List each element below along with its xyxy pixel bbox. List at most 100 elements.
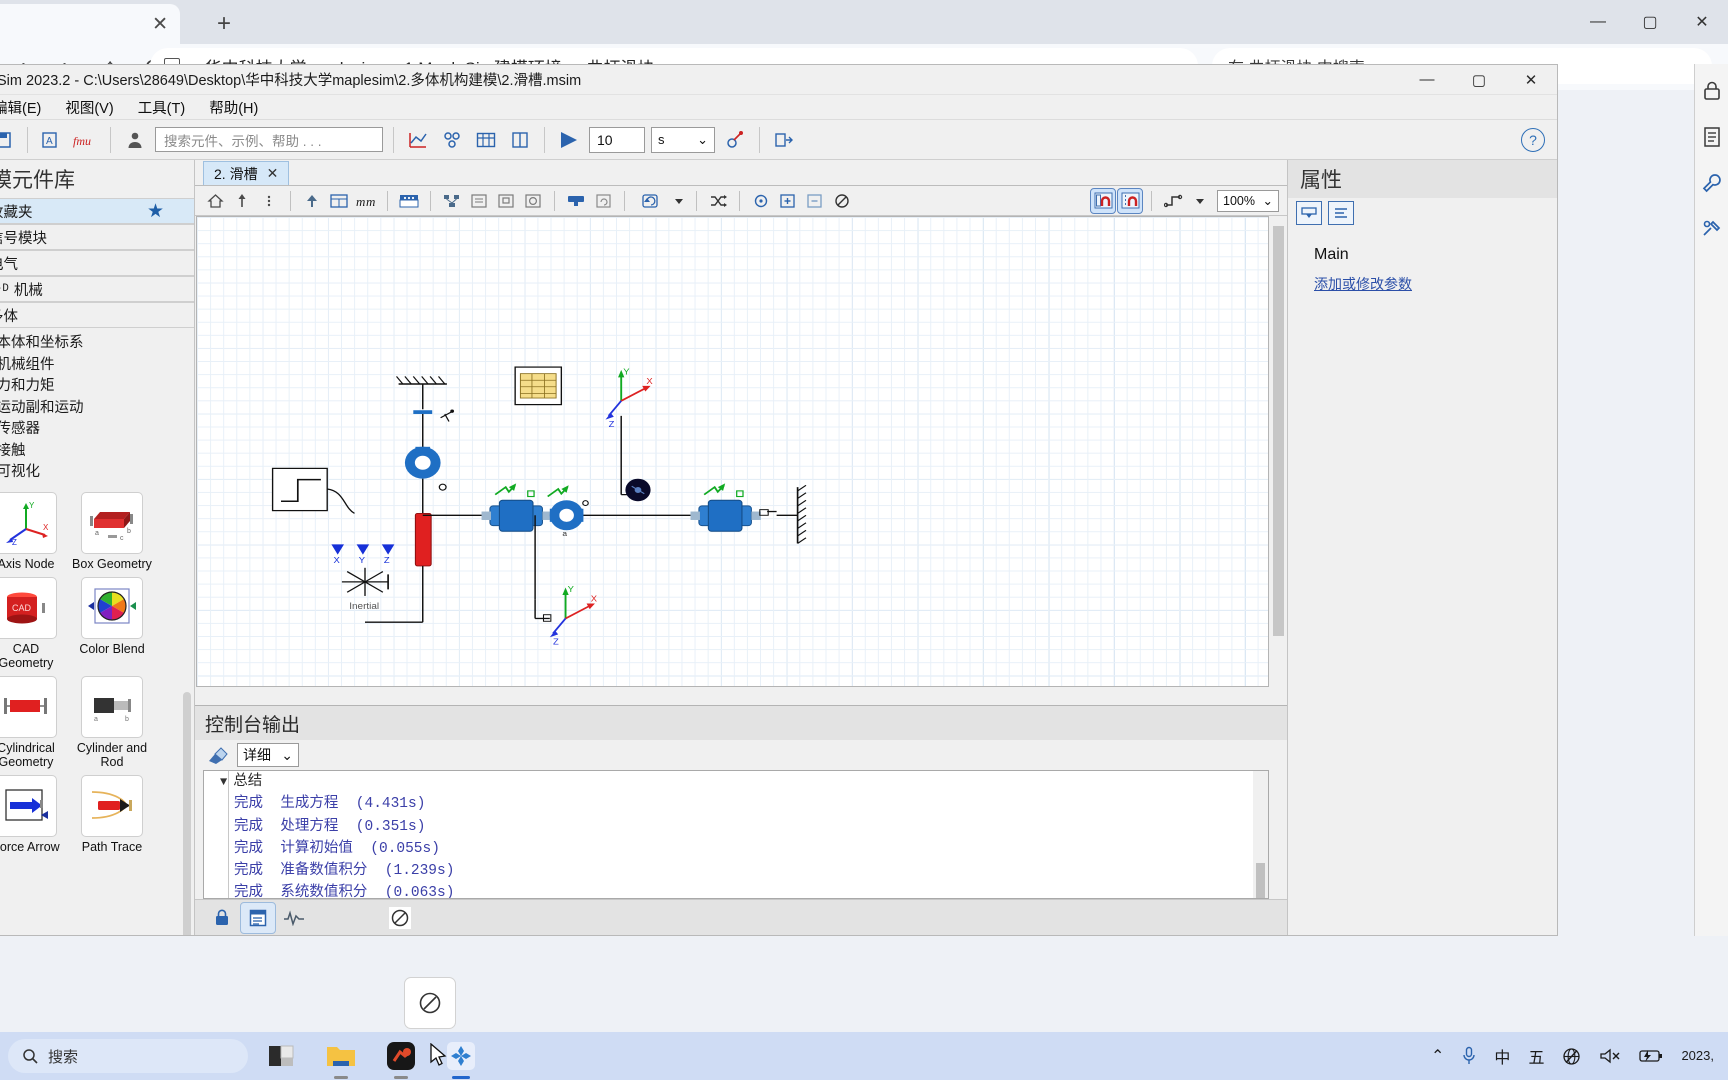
zoom-out-icon[interactable] — [803, 189, 827, 213]
close-icon[interactable]: ✕ — [267, 165, 279, 182]
undo-icon[interactable] — [591, 189, 615, 213]
add-edit-parameters-link[interactable]: 添加或修改参数 — [1288, 264, 1557, 294]
probe-icon[interactable] — [721, 126, 749, 154]
library-category-signal[interactable]: 信号模块 — [0, 224, 194, 250]
library-subitem-sensors[interactable]: ▸传感器 — [0, 417, 194, 439]
chevron-down-icon[interactable] — [671, 189, 687, 213]
minimize-icon[interactable]: — — [1401, 65, 1453, 95]
canvas-vertical-scrollbar[interactable] — [1271, 216, 1286, 687]
library-scrollbar[interactable] — [183, 691, 191, 935]
snap-horizontal-icon[interactable] — [1090, 187, 1116, 214]
maximize-icon[interactable]: ▢ — [1453, 65, 1505, 95]
library-component[interactable]: Cylindrical Geometry — [0, 670, 69, 769]
rotate-icon[interactable] — [634, 189, 668, 213]
fit-icon[interactable] — [494, 189, 518, 213]
attachments-panel-icon[interactable] — [397, 189, 421, 213]
maximize-icon[interactable]: ▢ — [1624, 0, 1676, 44]
clear-console-icon[interactable] — [203, 741, 231, 769]
collapse-triangle-icon[interactable]: ▼ — [220, 771, 227, 793]
tab-properties-list[interactable] — [1328, 201, 1354, 225]
volume-mute-icon[interactable] — [1599, 1047, 1621, 1065]
no-entry-icon[interactable] — [383, 903, 417, 933]
up-level-icon[interactable] — [230, 189, 254, 213]
more-icon[interactable] — [257, 189, 281, 213]
tools-icon[interactable] — [1699, 216, 1725, 242]
library-subitem-visualization[interactable]: ▸可视化 — [0, 460, 194, 482]
library-component[interactable]: a b Cylinder and Rod — [69, 670, 155, 769]
menu-item-help[interactable]: 帮助(H) — [205, 96, 262, 119]
minimize-icon[interactable]: — — [1572, 0, 1624, 44]
close-icon[interactable]: ✕ — [1676, 0, 1728, 44]
export-icon[interactable] — [770, 126, 798, 154]
book-icon[interactable] — [506, 126, 534, 154]
signal-plot-icon[interactable] — [277, 903, 311, 933]
attachment-icon[interactable]: A — [38, 126, 66, 154]
close-icon[interactable]: ✕ — [1505, 65, 1557, 95]
user-icon[interactable] — [121, 126, 149, 154]
library-category-favorites[interactable]: 收藏夹 ★ — [0, 198, 194, 224]
library-category-mechanical[interactable]: 1-D 机械 — [0, 276, 194, 302]
run-simulation-button[interactable] — [555, 126, 583, 154]
taskbar-preview-popup[interactable] — [404, 977, 456, 1029]
shuffle-icon[interactable] — [706, 189, 730, 213]
snap-vertical-icon[interactable] — [1117, 187, 1143, 214]
scrollbar-thumb[interactable] — [1256, 863, 1265, 898]
library-component[interactable]: Force Arrow — [0, 769, 69, 854]
menu-item-view[interactable]: 视图(V) — [61, 96, 117, 119]
taskbar-app-recorder[interactable] — [382, 1037, 420, 1079]
align-icon[interactable] — [467, 189, 491, 213]
plot-icon[interactable] — [404, 126, 432, 154]
save-icon[interactable] — [0, 126, 17, 154]
library-component[interactable]: Y X Z Axis Node — [0, 486, 69, 571]
library-subitem-forces[interactable]: ▸力和力矩 — [0, 374, 194, 396]
menu-item-edit[interactable]: 编辑(E) — [0, 96, 45, 119]
no-entry-icon[interactable] — [830, 189, 854, 213]
zoom-in-icon[interactable] — [776, 189, 800, 213]
group-icon[interactable] — [440, 189, 464, 213]
tab-properties-general[interactable] — [1296, 201, 1322, 225]
library-subitem-contact[interactable]: ▸接触 — [0, 439, 194, 461]
taskbar-app-explorer[interactable] — [322, 1037, 360, 1079]
library-category-electrical[interactable]: 电气 — [0, 250, 194, 276]
library-component[interactable]: CAD CAD Geometry — [0, 571, 69, 670]
console-view-icon[interactable] — [240, 901, 276, 934]
close-icon[interactable]: ✕ — [152, 13, 168, 36]
library-subitem-bodies[interactable]: ▸本体和坐标系 — [0, 331, 194, 353]
zoom-region-icon[interactable] — [521, 189, 545, 213]
multibody-icon[interactable] — [438, 126, 466, 154]
tab-model[interactable]: 2. 滑槽 ✕ — [203, 161, 290, 185]
battery-charging-icon[interactable] — [1639, 1048, 1663, 1064]
microphone-icon[interactable] — [1462, 1046, 1476, 1066]
equation-icon[interactable]: mm — [354, 189, 378, 213]
library-subitem-components[interactable]: ▸机械组件 — [0, 353, 194, 375]
chevron-up-icon[interactable]: ⌃ — [1431, 1046, 1444, 1066]
probe-attach-icon[interactable] — [564, 189, 588, 213]
wrench-icon[interactable] — [1699, 170, 1725, 196]
library-category-multibody[interactable]: 多体 — [0, 302, 194, 328]
taskbar-app-taskview[interactable] — [262, 1037, 300, 1075]
taskbar-search[interactable]: 搜索 — [8, 1039, 248, 1073]
zoom-reset-icon[interactable] — [749, 189, 773, 213]
canvas-horizontal-scrollbar[interactable] — [196, 690, 1269, 705]
attach-icon[interactable] — [300, 189, 324, 213]
console-level-select[interactable]: 详细 ⌄ — [237, 743, 299, 767]
new-tab-button[interactable]: + — [208, 8, 240, 40]
ime-language-icon[interactable]: 中 — [1494, 1044, 1510, 1068]
menu-item-tools[interactable]: 工具(T) — [134, 96, 190, 119]
scrollbar-thumb[interactable] — [1273, 226, 1284, 636]
fmu-icon[interactable]: fmu — [72, 126, 100, 154]
lock-icon[interactable] — [1699, 78, 1725, 104]
chevron-down-icon[interactable] — [1192, 189, 1208, 213]
ime-mode-icon[interactable]: 五 — [1528, 1044, 1544, 1068]
home-icon[interactable] — [203, 189, 227, 213]
console-scrollbar[interactable] — [1253, 771, 1268, 898]
route-style-icon[interactable] — [1161, 189, 1189, 213]
zoom-level-select[interactable]: 100% ⌄ — [1217, 189, 1279, 212]
library-component[interactable]: Path Trace — [69, 769, 155, 854]
help-button[interactable]: ? — [1521, 127, 1545, 152]
library-subitem-joints[interactable]: ▸运动副和运动 — [0, 396, 194, 418]
browser-tab[interactable]: 模块 ✕ — [0, 4, 180, 44]
subsystem-icon[interactable] — [327, 189, 351, 213]
document-icon[interactable] — [1699, 124, 1725, 150]
simulation-duration-input[interactable]: 10 — [589, 126, 645, 153]
